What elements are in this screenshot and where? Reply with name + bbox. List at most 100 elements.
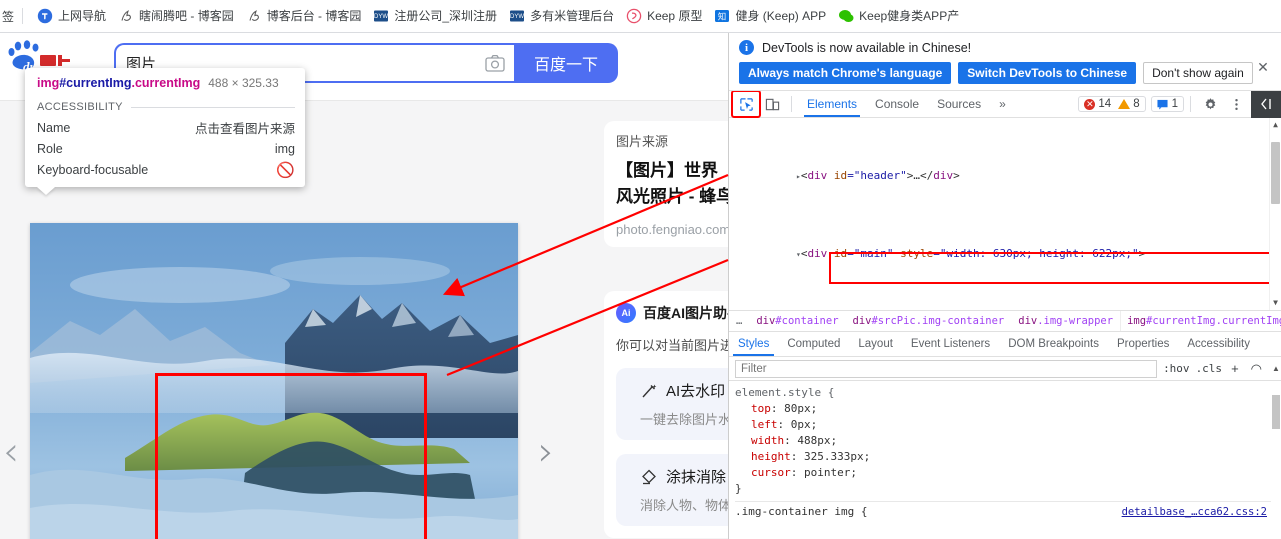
ai-tool-watermark[interactable]: AI去水印 › 一键去除图片水印 bbox=[616, 368, 728, 440]
dock-side-button[interactable] bbox=[1251, 90, 1281, 118]
always-match-language-button[interactable]: Always match Chrome's language bbox=[739, 62, 952, 84]
bookmark-item-1[interactable]: 瞎闹腾吧 - 博客园 bbox=[112, 5, 240, 27]
bookmark-item-4[interactable]: DYW 多有米管理后台 bbox=[503, 5, 620, 27]
not-allowed-icon: 🚫 bbox=[276, 162, 295, 179]
tab-properties[interactable]: Properties bbox=[1108, 332, 1178, 356]
svg-text:知: 知 bbox=[718, 11, 727, 21]
bookmark-label: 注册公司_深圳注册 bbox=[394, 9, 498, 23]
breadcrumb-rest: .img-wrapper bbox=[1037, 315, 1114, 327]
breadcrumb-overflow-left[interactable]: … bbox=[729, 311, 749, 331]
ai-card-subtitle: 你可以对当前图片进 bbox=[616, 338, 728, 353]
prev-image-arrow[interactable]: ‹ bbox=[0, 425, 28, 479]
source-title-line1[interactable]: 【图片】世界 bbox=[616, 158, 728, 184]
tab-accessibility[interactable]: Accessibility bbox=[1178, 332, 1259, 356]
dom-tree-scrollbar[interactable]: ▲ ▼ bbox=[1269, 118, 1281, 310]
bookmark-item-7[interactable]: Keep健身类APP产 bbox=[832, 5, 965, 27]
source-title-line2[interactable]: 风光照片 - 蜂鸟 bbox=[616, 184, 728, 210]
cnblogs-icon bbox=[121, 10, 131, 21]
more-options-button[interactable] bbox=[1223, 92, 1249, 116]
switch-to-chinese-button[interactable]: Switch DevTools to Chinese bbox=[958, 62, 1137, 84]
bookmark-item-3[interactable]: DYW 注册公司_深圳注册 bbox=[367, 5, 503, 27]
styles-scrollbar[interactable] bbox=[1271, 381, 1281, 518]
close-icon[interactable]: ✕ bbox=[1255, 59, 1271, 75]
tab-sources[interactable]: Sources bbox=[928, 91, 990, 117]
search-submit-button[interactable]: 百度一下 bbox=[514, 43, 618, 83]
scroll-up-arrow-icon[interactable]: ▲ bbox=[1271, 364, 1281, 374]
breadcrumb-item-current-img[interactable]: img#currentImg.currentImg bbox=[1120, 311, 1281, 331]
declaration[interactable]: height: 325.333px; bbox=[735, 449, 1281, 465]
hov-toggle[interactable]: :hov bbox=[1163, 362, 1190, 375]
dom-line[interactable]: ▾<div id="main" style="width: 630px; hei… bbox=[729, 231, 1281, 279]
inspect-element-icon bbox=[739, 97, 753, 111]
scrollbar-thumb[interactable] bbox=[1271, 142, 1280, 204]
declaration[interactable]: left: 0px; bbox=[735, 417, 1281, 433]
prop-value: 80px; bbox=[784, 402, 818, 415]
tooltip-tag: img bbox=[37, 76, 60, 90]
declaration[interactable]: width: 488px; bbox=[735, 433, 1281, 449]
device-toolbar-button[interactable] bbox=[759, 92, 785, 116]
style-rule-img-container[interactable]: .img-container img { detailbase_…cca62.c… bbox=[735, 504, 1281, 518]
messages-counter[interactable]: 1 bbox=[1150, 96, 1184, 112]
ai-card-header: Ai 百度AI图片助手 bbox=[616, 303, 728, 323]
tab-dom-breakpoints[interactable]: DOM Breakpoints bbox=[999, 332, 1108, 356]
current-image-container[interactable] bbox=[30, 223, 518, 539]
tab-styles[interactable]: Styles bbox=[729, 332, 778, 356]
devtools-panel: i DevTools is now available in Chinese! … bbox=[728, 33, 1281, 539]
prop-value: pointer; bbox=[804, 466, 857, 479]
breadcrumb-item-container[interactable]: div#container bbox=[749, 311, 845, 331]
row-value: img bbox=[274, 142, 295, 156]
cnblogs-icon bbox=[249, 10, 259, 21]
dom-line[interactable]: ▾<div id="container" style="height: 527p… bbox=[729, 309, 1281, 310]
tooltip-section-label: ACCESSIBILITY bbox=[37, 101, 123, 113]
tab-computed[interactable]: Computed bbox=[778, 332, 849, 356]
dyw-square-icon: DYW bbox=[374, 10, 389, 22]
dont-show-again-button[interactable]: Don't show again bbox=[1143, 62, 1253, 84]
declaration[interactable]: cursor: pointer; bbox=[735, 465, 1281, 481]
dom-tree[interactable]: ▸<div id="header">…</div> ▾<div id="main… bbox=[729, 118, 1281, 310]
rule-selector: .img-container img { bbox=[735, 505, 868, 518]
breadcrumb-item-img-wrapper[interactable]: div.img-wrapper bbox=[1011, 311, 1120, 331]
dom-line[interactable]: ▸<div id="header">…</div> bbox=[729, 152, 1281, 200]
breadcrumb-item-srcpic[interactable]: div#srcPic.img-container bbox=[846, 311, 1012, 331]
cls-toggle[interactable]: .cls bbox=[1196, 362, 1223, 375]
styles-sidebar-tabs: Styles Computed Layout Event Listeners D… bbox=[729, 332, 1281, 357]
inspect-element-button[interactable] bbox=[731, 90, 761, 118]
style-rule-element-style[interactable]: element.style { top: 80px; left: 0px; wi… bbox=[735, 385, 1281, 497]
bookmark-item-6[interactable]: 知 健身 (Keep) APP bbox=[708, 5, 832, 27]
bookmark-item-5[interactable]: Keep 原型 bbox=[620, 5, 708, 27]
declaration[interactable]: top: 80px; bbox=[735, 401, 1281, 417]
bookmark-item-2[interactable]: 博客后台 - 博客园 bbox=[240, 5, 368, 27]
issues-counter[interactable]: ✕ 14 8 bbox=[1078, 96, 1146, 112]
settings-button[interactable] bbox=[1197, 92, 1223, 116]
add-style-rule-icon[interactable]: + bbox=[1228, 361, 1242, 376]
eraser-icon bbox=[642, 469, 656, 484]
scrollbar-thumb[interactable] bbox=[1272, 395, 1280, 429]
ai-card-title: 百度AI图片助手 bbox=[643, 305, 728, 321]
more-tabs-button[interactable]: » bbox=[990, 91, 1015, 117]
toggle-sidebar-icon[interactable]: ◠ bbox=[1248, 361, 1265, 377]
ai-tool-eraser[interactable]: 涂抹消除 › 消除人物、物体 bbox=[616, 454, 728, 526]
tab-console[interactable]: Console bbox=[866, 91, 928, 117]
bookmark-item-0[interactable]: 上网导航 bbox=[31, 5, 112, 27]
prop-value: 488px; bbox=[797, 434, 838, 447]
source-url[interactable]: photo.fengniao.com bbox=[616, 222, 728, 237]
warning-count: 8 bbox=[1133, 98, 1140, 110]
bookmark-label: 博客后台 - 博客园 bbox=[266, 9, 362, 23]
mountain-photo[interactable] bbox=[30, 223, 518, 539]
rule-source-link[interactable]: detailbase_…cca62.css:2 bbox=[1122, 504, 1267, 518]
camera-search-button[interactable] bbox=[476, 43, 514, 83]
styles-pane[interactable]: element.style { top: 80px; left: 0px; wi… bbox=[729, 381, 1281, 518]
styles-filter-row: :hov .cls + ◠ ▲ bbox=[729, 357, 1281, 381]
tab-elements[interactable]: Elements bbox=[798, 91, 866, 117]
tab-event-listeners[interactable]: Event Listeners bbox=[902, 332, 999, 356]
element-inspector-tooltip: img#currentImg.currentImg 488 × 325.33 A… bbox=[25, 68, 305, 187]
scroll-up-arrow-icon[interactable]: ▲ bbox=[1271, 120, 1280, 130]
tab-layout[interactable]: Layout bbox=[849, 332, 902, 356]
infobar-buttons: Always match Chrome's language Switch De… bbox=[739, 62, 1271, 84]
devtools-toolbar: Elements Console Sources » ✕ 14 8 1 bbox=[729, 90, 1281, 118]
next-image-arrow[interactable]: › bbox=[529, 425, 563, 479]
styles-filter-input[interactable] bbox=[735, 359, 1158, 378]
tool-row: 涂抹消除 › bbox=[640, 466, 728, 487]
message-count: 1 bbox=[1171, 98, 1178, 110]
scroll-down-arrow-icon[interactable]: ▼ bbox=[1271, 298, 1280, 308]
